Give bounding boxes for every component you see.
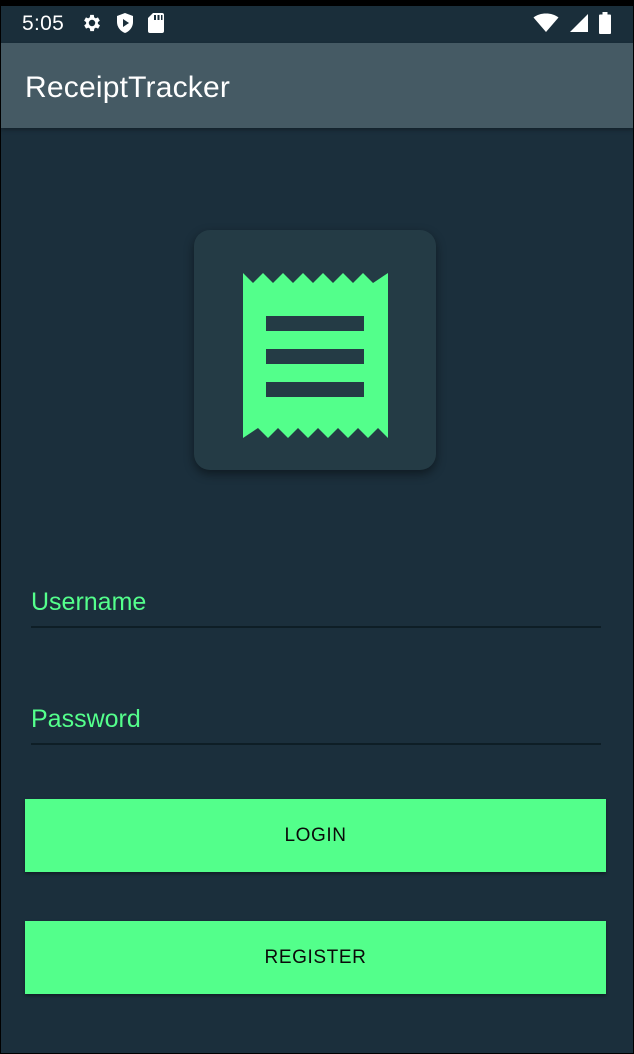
status-icons-right bbox=[533, 11, 611, 39]
register-button[interactable]: REGISTER bbox=[25, 921, 606, 994]
app-bar: ReceiptTracker bbox=[1, 43, 633, 128]
wifi-icon bbox=[533, 13, 559, 38]
shield-play-icon bbox=[115, 12, 135, 39]
app-screen: 5:05 ReceiptTracker Username LOGIN REGIS… bbox=[0, 0, 634, 1054]
sd-card-icon bbox=[147, 12, 165, 39]
receipt-icon bbox=[243, 273, 388, 438]
gear-icon bbox=[81, 12, 103, 39]
status-bar: 5:05 bbox=[1, 6, 633, 43]
app-title: ReceiptTracker bbox=[25, 71, 231, 104]
username-input[interactable] bbox=[31, 578, 601, 626]
battery-icon bbox=[599, 11, 611, 39]
login-button[interactable]: LOGIN bbox=[25, 799, 606, 872]
status-time: 5:05 bbox=[22, 12, 65, 35]
password-field[interactable] bbox=[31, 695, 601, 745]
status-icons-left bbox=[81, 12, 165, 39]
password-input[interactable] bbox=[31, 695, 601, 743]
cell-signal-icon bbox=[569, 13, 589, 38]
username-field[interactable] bbox=[31, 578, 601, 628]
app-logo bbox=[194, 230, 436, 470]
